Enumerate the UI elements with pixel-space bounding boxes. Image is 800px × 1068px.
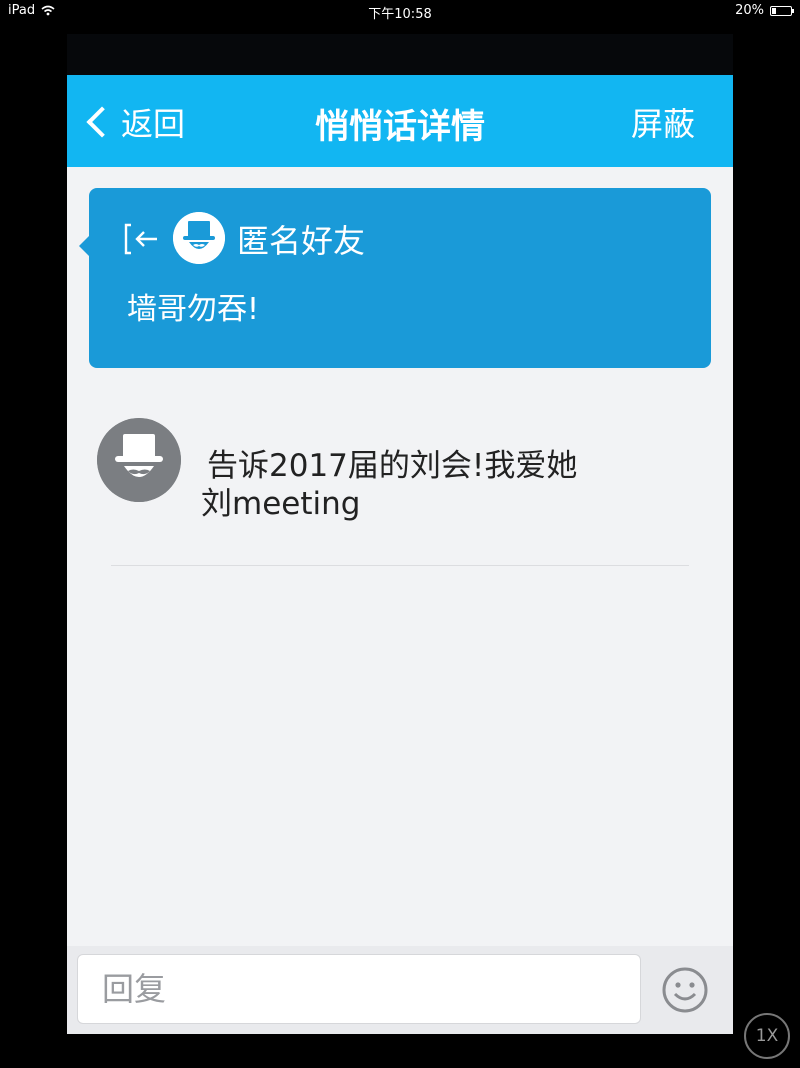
status-time: 下午10:58 (368, 7, 432, 22)
smiley-icon[interactable] (661, 966, 709, 1014)
app-window: 返回 悄悄话详情 屏蔽 匿名好友 墙哥勿吞! 告诉2017届的刘会!我爱她 刘m… (67, 34, 733, 1034)
divider (111, 565, 689, 566)
post-item[interactable]: 告诉2017届的刘会!我爱她 刘meeting (97, 418, 707, 568)
status-right: 20% (735, 3, 794, 18)
battery-percent: 20% (735, 3, 764, 18)
battery-icon (770, 5, 794, 16)
reply-input[interactable] (77, 954, 641, 1024)
exit-icon (124, 223, 157, 255)
card-message: 墙哥勿吞! (127, 292, 260, 327)
status-bar: iPad 下午10:58 20% (0, 0, 800, 22)
post-text-line2: 刘meeting (201, 486, 361, 522)
message-card: 匿名好友 墙哥勿吞! (79, 188, 711, 368)
zoom-button[interactable]: 1X (744, 1013, 790, 1059)
block-button[interactable]: 屏蔽 (631, 99, 695, 145)
avatar (97, 418, 181, 502)
app-top-strip (67, 34, 733, 75)
navbar: 返回 悄悄话详情 屏蔽 (67, 75, 733, 167)
anonymous-avatar-icon (173, 212, 225, 264)
sender-name: 匿名好友 (237, 222, 366, 260)
reply-bar (67, 946, 733, 1034)
